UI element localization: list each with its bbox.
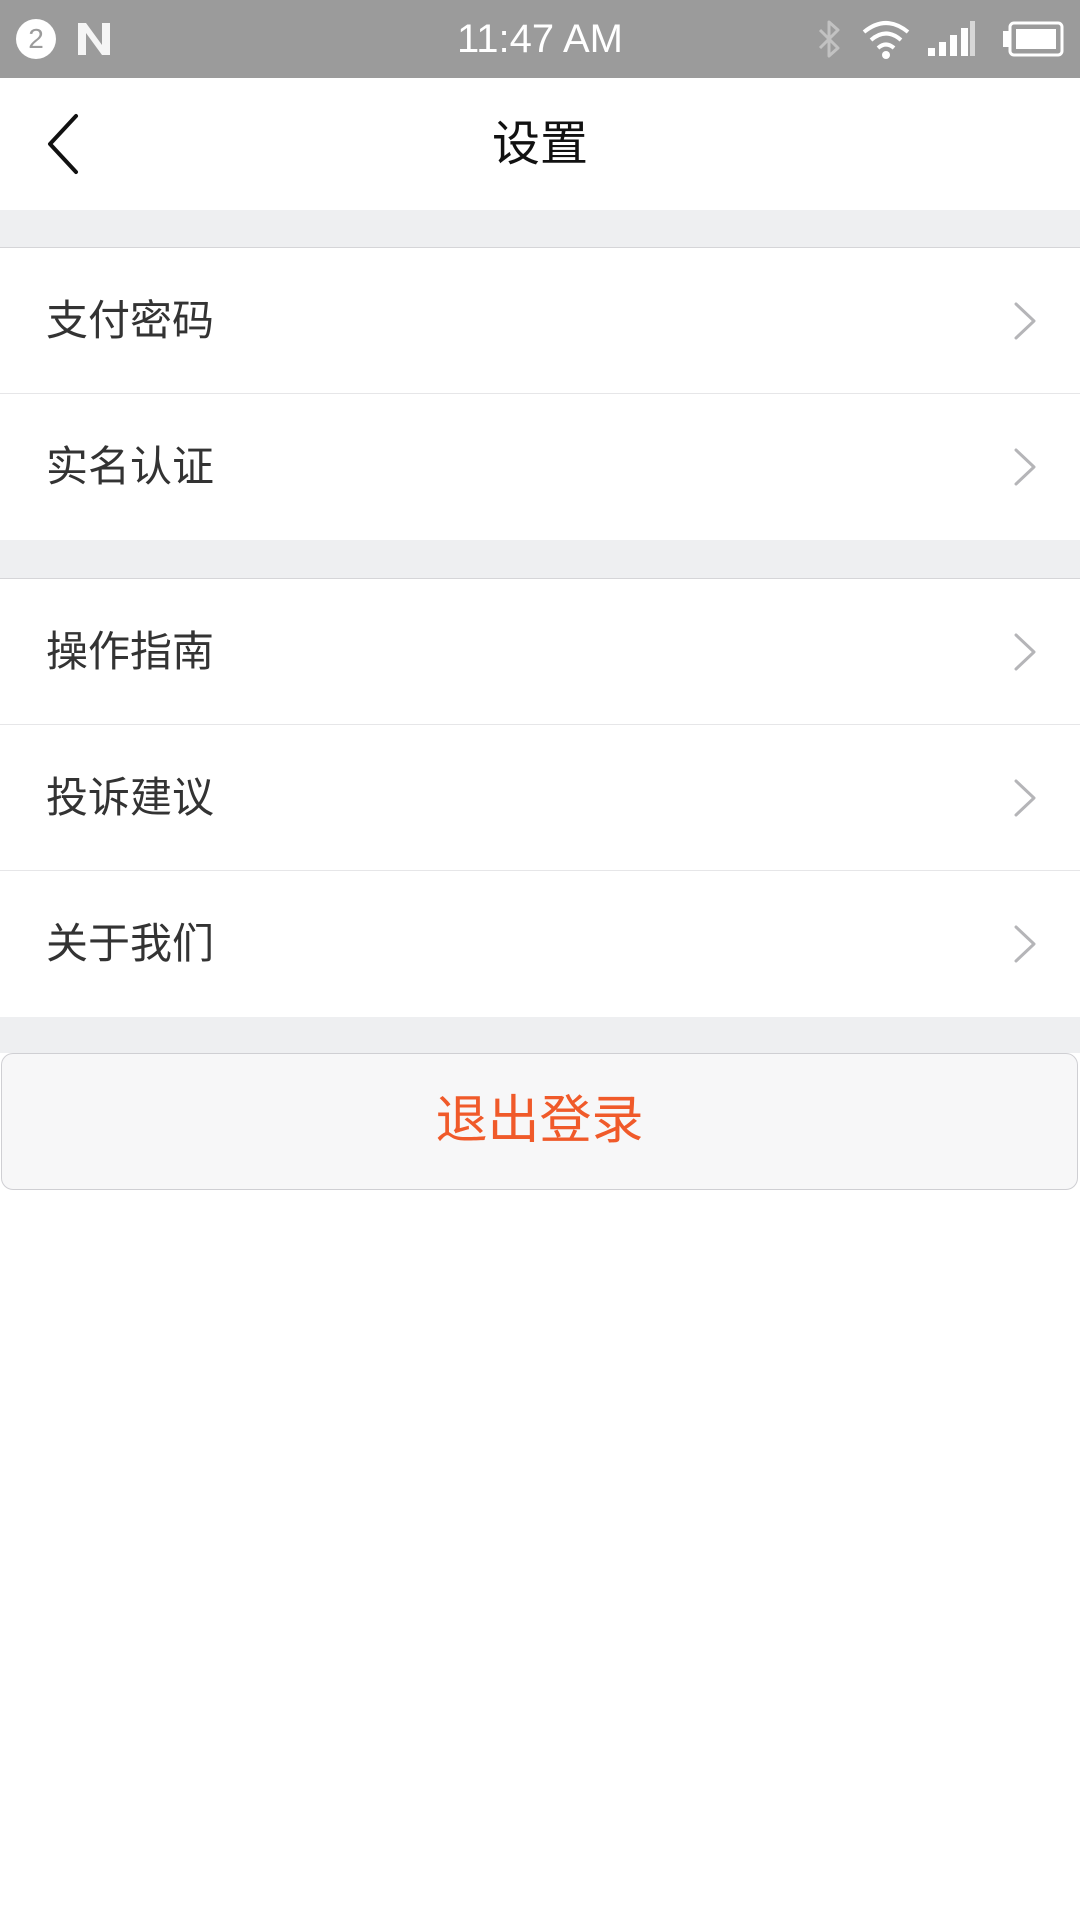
wifi-icon — [862, 21, 910, 59]
settings-item-real-name-auth[interactable]: 实名认证 — [0, 394, 1080, 540]
settings-item-label: 支付密码 — [46, 296, 215, 345]
status-bar: 2 11:47 AM — [0, 0, 1080, 78]
status-time: 11:47 AM — [456, 17, 624, 61]
chevron-right-icon — [1014, 302, 1036, 340]
settings-item-label: 投诉建议 — [46, 773, 215, 822]
settings-item-label: 关于我们 — [46, 919, 215, 968]
nav-bar: 设置 — [0, 78, 1080, 210]
settings-item-payment-password[interactable]: 支付密码 — [0, 248, 1080, 394]
chevron-right-icon — [1014, 779, 1036, 817]
chevron-right-icon — [1014, 925, 1036, 963]
section-gap — [0, 1017, 1080, 1053]
settings-item-about-us[interactable]: 关于我们 — [0, 871, 1080, 1017]
settings-item-label: 实名认证 — [46, 442, 215, 491]
chevron-right-icon — [1014, 633, 1036, 671]
logout-button[interactable]: 退出登录 — [1, 1053, 1078, 1190]
signal-icon — [928, 21, 975, 56]
battery-icon — [1003, 21, 1064, 57]
settings-item-operation-guide[interactable]: 操作指南 — [0, 579, 1080, 725]
settings-item-feedback[interactable]: 投诉建议 — [0, 725, 1080, 871]
page-title: 设置 — [491, 116, 588, 172]
settings-group-help: 操作指南 投诉建议 关于我们 — [0, 578, 1080, 1018]
settings-group-account: 支付密码 实名认证 — [0, 247, 1080, 541]
bluetooth-icon — [818, 20, 840, 58]
settings-item-label: 操作指南 — [46, 627, 215, 676]
chevron-right-icon — [1014, 448, 1036, 486]
section-gap — [0, 540, 1080, 578]
section-gap — [0, 210, 1080, 247]
